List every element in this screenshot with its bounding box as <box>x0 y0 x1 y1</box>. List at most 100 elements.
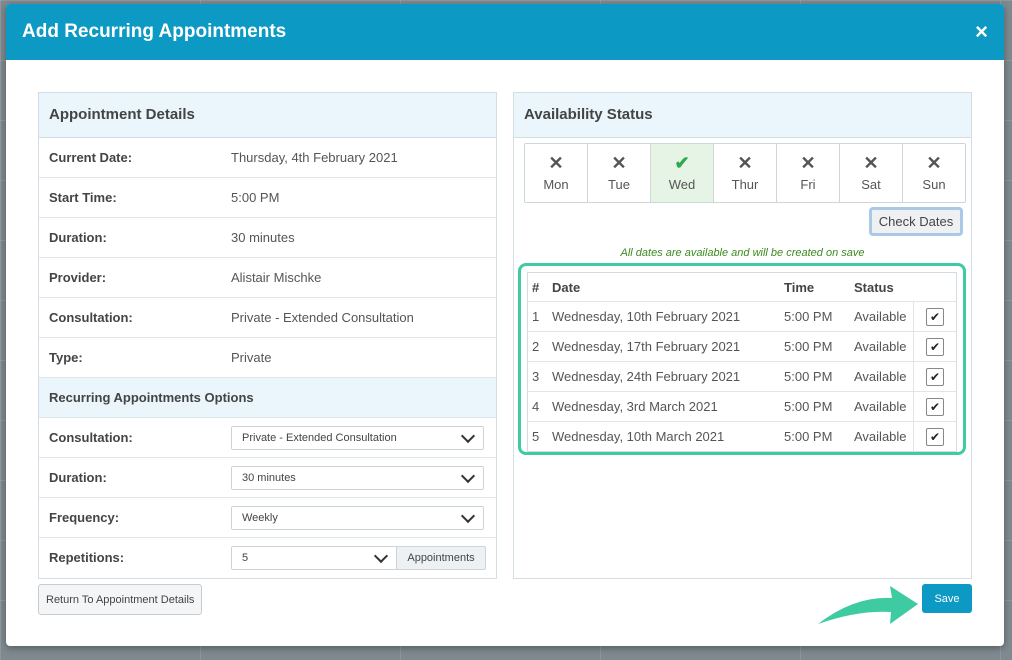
row-checkbox[interactable]: ✔ <box>926 367 944 386</box>
day-thur[interactable]: ✕ Thur <box>714 144 777 202</box>
day-sun[interactable]: ✕ Sun <box>903 144 965 202</box>
detail-label: Consultation: <box>49 310 133 325</box>
chevron-down-icon <box>460 468 476 483</box>
pointer-arrow-icon <box>818 586 918 624</box>
day-fri[interactable]: ✕ Fri <box>777 144 840 202</box>
detail-row-duration: Duration: 30 minutes <box>39 218 496 258</box>
detail-row-current-date: Current Date: Thursday, 4th February 202… <box>39 138 496 178</box>
row-status: Available <box>850 421 914 452</box>
day-label: Tue <box>608 177 630 192</box>
option-label: Frequency: <box>49 510 120 525</box>
row-number: 5 <box>527 421 548 452</box>
day-tue[interactable]: ✕ Tue <box>588 144 651 202</box>
day-sat[interactable]: ✕ Sat <box>840 144 903 202</box>
row-checkbox-cell: ✔ <box>913 361 957 392</box>
table-row: 3 Wednesday, 24th February 2021 5:00 PM … <box>527 361 957 392</box>
option-row-repetitions: Repetitions: 5 Appointments <box>39 538 496 577</box>
x-icon: ✕ <box>926 153 942 173</box>
detail-value: 30 minutes <box>231 230 295 245</box>
option-row-frequency: Frequency: Weekly <box>39 498 496 538</box>
return-to-details-button[interactable]: Return To Appointment Details <box>38 584 203 615</box>
row-number: 1 <box>527 301 548 332</box>
row-number: 2 <box>527 331 548 362</box>
availability-heading: Availability Status <box>514 93 971 138</box>
row-date: Wednesday, 24th February 2021 <box>548 361 780 392</box>
table-row: 5 Wednesday, 10th March 2021 5:00 PM Ava… <box>527 421 957 452</box>
x-icon: ✕ <box>548 153 564 173</box>
row-status: Available <box>850 391 914 422</box>
row-date: Wednesday, 10th February 2021 <box>548 301 780 332</box>
table-header-row: # Date Time Status <box>528 273 957 302</box>
availability-message: All dates are available and will be crea… <box>620 247 865 259</box>
row-checkbox-cell: ✔ <box>913 421 957 452</box>
detail-label: Type: <box>49 350 83 365</box>
chevron-down-icon <box>460 428 476 443</box>
option-row-duration: Duration: 30 minutes <box>39 458 496 498</box>
row-time: 5:00 PM <box>780 301 850 332</box>
row-status: Available <box>850 361 914 392</box>
select-value: Private - Extended Consultation <box>242 431 397 444</box>
col-status: Status <box>854 279 894 295</box>
col-number: # <box>532 279 540 295</box>
detail-row-provider: Provider: Alistair Mischke <box>39 258 496 298</box>
col-time: Time <box>784 279 815 295</box>
select-value: 5 <box>242 551 249 564</box>
check-dates-button[interactable]: Check Dates <box>869 207 963 236</box>
row-time: 5:00 PM <box>780 421 850 452</box>
chevron-down-icon <box>373 548 389 563</box>
row-number: 3 <box>527 361 548 392</box>
results-highlight: # Date Time Status 1 Wednesday, 10th Feb… <box>518 263 966 455</box>
detail-value: 5:00 PM <box>231 190 280 205</box>
row-date: Wednesday, 17th February 2021 <box>548 331 780 362</box>
row-checkbox[interactable]: ✔ <box>926 427 944 446</box>
col-date: Date <box>552 279 581 295</box>
option-label: Repetitions: <box>49 550 125 565</box>
row-checkbox[interactable]: ✔ <box>926 337 944 356</box>
frequency-select[interactable]: Weekly <box>231 505 484 530</box>
repetitions-group: 5 Appointments <box>231 545 486 570</box>
modal-title: Add Recurring Appointments <box>22 21 287 42</box>
weekday-selector: ✕ Mon ✕ Tue ✔ Wed ✕ Thur ✕ Fri ✕ Sat ✕ S… <box>524 143 966 203</box>
detail-value: Thursday, 4th February 2021 <box>231 150 398 165</box>
close-icon[interactable]: × <box>975 21 988 43</box>
appointment-details-panel: Appointment Details Current Date: Thursd… <box>38 92 497 579</box>
consultation-select[interactable]: Private - Extended Consultation <box>231 425 484 450</box>
table-row: 4 Wednesday, 3rd March 2021 5:00 PM Avai… <box>527 391 957 422</box>
col-select <box>914 273 957 302</box>
x-icon: ✕ <box>800 153 816 173</box>
detail-row-consultation: Consultation: Private - Extended Consult… <box>39 298 496 338</box>
row-time: 5:00 PM <box>780 331 850 362</box>
modal-header: Add Recurring Appointments × <box>6 4 1004 60</box>
row-time: 5:00 PM <box>780 391 850 422</box>
x-icon: ✕ <box>737 153 753 173</box>
day-label: Thur <box>731 177 759 192</box>
option-label: Duration: <box>49 470 107 485</box>
detail-row-start-time: Start Time: 5:00 PM <box>39 178 496 218</box>
row-number: 4 <box>527 391 548 422</box>
detail-label: Start Time: <box>49 190 117 205</box>
select-value: 30 minutes <box>242 471 296 484</box>
day-label: Wed <box>668 177 696 192</box>
option-label: Consultation: <box>49 430 133 445</box>
dates-table: # Date Time Status 1 Wednesday, 10th Feb… <box>527 272 957 452</box>
detail-label: Duration: <box>49 230 107 245</box>
row-checkbox[interactable]: ✔ <box>926 397 944 416</box>
duration-select[interactable]: 30 minutes <box>231 465 484 490</box>
chevron-down-icon <box>460 508 476 523</box>
table-row: 2 Wednesday, 17th February 2021 5:00 PM … <box>527 331 957 362</box>
detail-row-type: Type: Private <box>39 338 496 378</box>
detail-label: Provider: <box>49 270 107 285</box>
day-wed[interactable]: ✔ Wed <box>651 144 714 202</box>
table-row: 1 Wednesday, 10th February 2021 5:00 PM … <box>527 301 957 332</box>
save-button[interactable]: Save <box>922 584 972 613</box>
day-mon[interactable]: ✕ Mon <box>525 144 588 202</box>
row-status: Available <box>850 301 914 332</box>
row-checkbox-cell: ✔ <box>913 301 957 332</box>
x-icon: ✕ <box>863 153 879 173</box>
add-recurring-modal: Add Recurring Appointments × Appointment… <box>6 4 1004 646</box>
detail-value: Private - Extended Consultation <box>231 310 414 325</box>
detail-value: Private <box>231 350 272 365</box>
repetitions-select[interactable]: 5 <box>231 545 396 570</box>
detail-value: Alistair Mischke <box>231 270 322 285</box>
row-checkbox[interactable]: ✔ <box>926 307 944 326</box>
